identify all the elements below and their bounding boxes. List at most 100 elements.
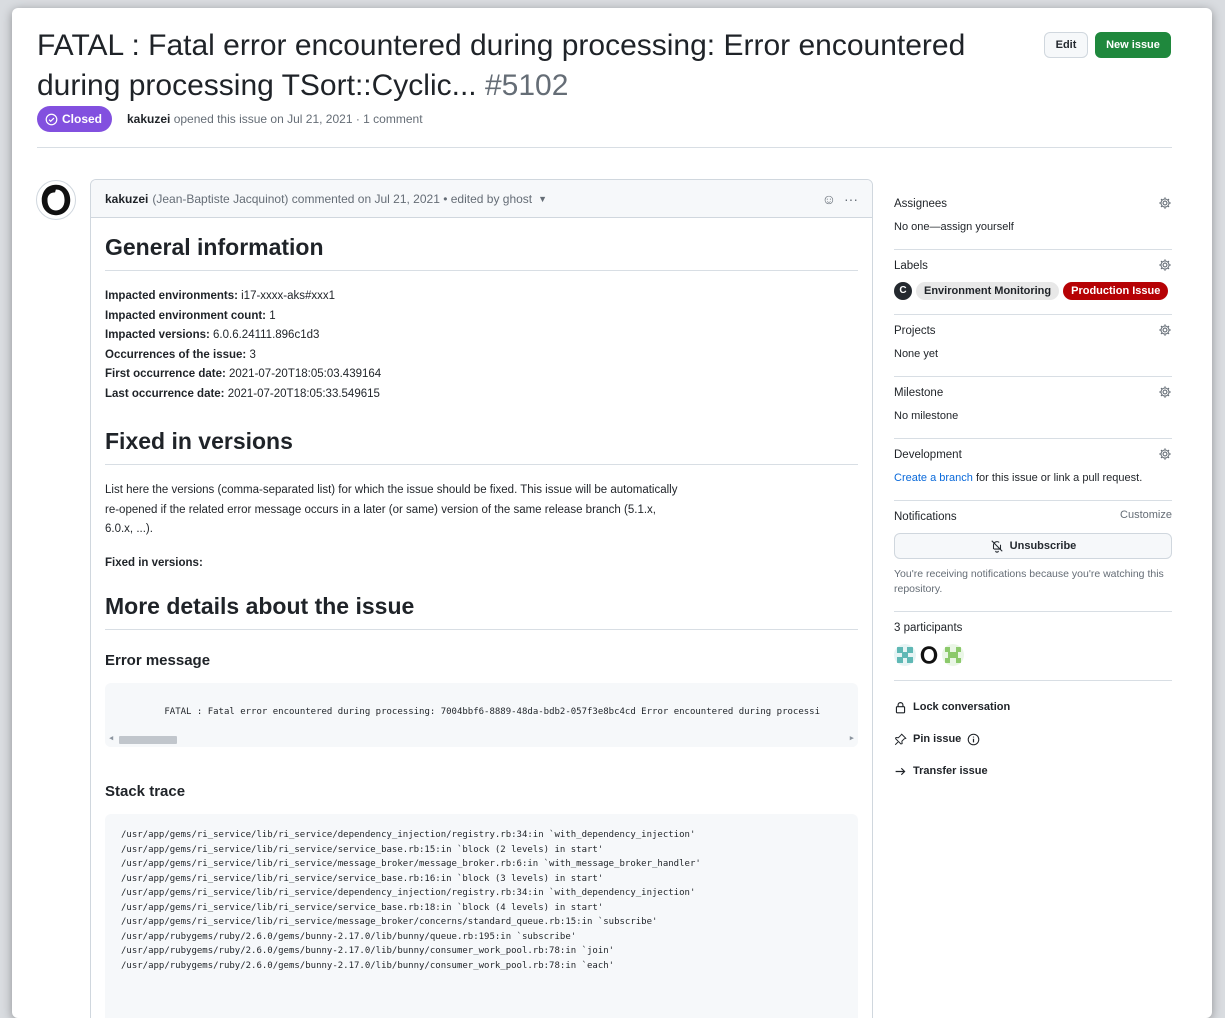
arrow-right-icon	[895, 767, 906, 775]
bell-slash-icon	[991, 540, 1003, 553]
issue-meta-text: opened this issue on Jul 21, 2021 · 1 co…	[173, 112, 423, 126]
issue-meta: kakuzei opened this issue on Jul 21, 202…	[127, 112, 423, 126]
issue-number: #5102	[484, 69, 569, 102]
development-text: Create a branch for this issue or link a…	[894, 471, 1172, 486]
kebab-menu-icon[interactable]: ···	[844, 191, 858, 207]
new-issue-button[interactable]: New issue	[1095, 32, 1171, 58]
participant-avatar[interactable]	[918, 644, 940, 666]
gear-icon[interactable]	[1158, 447, 1172, 461]
comment-author-link[interactable]: kakuzei	[105, 192, 148, 206]
notifications-section: Notifications Customize Unsubscribe You'…	[894, 501, 1172, 612]
info-line: Last occurrence date: 2021-07-20T18:05:3…	[105, 385, 858, 405]
label-environment-monitoring[interactable]: Environment Monitoring	[916, 282, 1060, 300]
transfer-issue-button[interactable]: Transfer issue	[894, 755, 1172, 787]
smiley-icon[interactable]: ☺	[822, 191, 836, 207]
transfer-issue-label: Transfer issue	[913, 765, 988, 777]
participant-avatar[interactable]	[894, 644, 916, 666]
scroll-right-icon[interactable]: ▶	[850, 734, 854, 742]
unsubscribe-button[interactable]: Unsubscribe	[894, 533, 1172, 559]
info-icon[interactable]	[967, 733, 980, 746]
assignees-value[interactable]: No one—assign yourself	[894, 220, 1172, 235]
info-value: 6.0.6.24111.896c1d3	[213, 329, 320, 341]
lock-conversation-button[interactable]: Lock conversation	[894, 691, 1172, 723]
info-value: 1	[269, 309, 276, 322]
lock-conversation-label: Lock conversation	[913, 701, 1011, 713]
stack-trace-heading: Stack trace	[105, 783, 186, 800]
lock-icon	[895, 701, 906, 713]
info-value: i17-xxxx-aks#xxx1	[241, 290, 336, 302]
projects-section: Projects None yet	[894, 315, 1172, 377]
notifications-text: You're receiving notifications because y…	[894, 568, 1164, 595]
participants-heading: 3 participants	[894, 622, 963, 634]
gear-icon[interactable]	[1158, 196, 1172, 210]
stack-trace-code: /usr/app/gems/ri_service/lib/ri_service/…	[105, 814, 858, 1018]
issue-sidebar: Assignees No one—assign yourself Labels …	[894, 188, 1172, 787]
avatar-image	[918, 644, 940, 666]
issue-author-link[interactable]: kakuzei	[127, 112, 170, 126]
comment-body: General information Impacted environment…	[91, 218, 872, 1018]
participants-list	[894, 644, 1172, 666]
development-rest: for this issue or link a pull request.	[972, 472, 1143, 484]
gear-icon[interactable]	[1158, 385, 1172, 399]
development-heading: Development	[894, 449, 962, 461]
fixed-in-versions-label: Fixed in versions:	[105, 556, 203, 569]
info-line: Occurrences of the issue: 3	[105, 346, 858, 366]
pin-issue-label: Pin issue	[913, 733, 962, 745]
info-label: Occurrences of the issue:	[105, 348, 247, 361]
stack-trace-text: /usr/app/gems/ri_service/lib/ri_service/…	[121, 830, 701, 971]
label-production-issue[interactable]: Production Issue	[1063, 282, 1169, 300]
identicon-icon	[942, 644, 964, 666]
unsubscribe-label: Unsubscribe	[1009, 540, 1077, 552]
status-label: Closed	[62, 112, 103, 126]
edit-button[interactable]: Edit	[1044, 32, 1088, 58]
avatar[interactable]	[36, 180, 76, 220]
label-avatar: C	[894, 282, 912, 300]
assignees-heading: Assignees	[894, 198, 948, 210]
labels-list: C Environment Monitoring Production Issu…	[894, 282, 1172, 300]
gear-icon[interactable]	[1158, 258, 1172, 272]
info-label: Impacted environments:	[105, 290, 238, 302]
development-section: Development Create a branch for this iss…	[894, 439, 1172, 501]
info-label: First occurrence date:	[105, 368, 226, 380]
info-value: 3	[249, 348, 256, 361]
milestone-section: Milestone No milestone	[894, 377, 1172, 439]
scrollbar-thumb[interactable]	[119, 736, 177, 744]
comment-meta: commented on Jul 21, 2021 • edited by gh…	[291, 191, 533, 206]
horizontal-scrollbar[interactable]: ◀ ▶	[105, 733, 858, 747]
comment-author-fullname: (Jean-Baptiste Jacquinot)	[152, 191, 289, 206]
header-divider	[37, 147, 1172, 148]
info-line: Impacted environments: i17-xxxx-aks#xxx1	[105, 287, 858, 307]
projects-value: None yet	[894, 348, 939, 360]
issue-comment: kakuzei (Jean-Baptiste Jacquinot) commen…	[90, 179, 873, 1018]
info-line: First occurrence date: 2021-07-20T18:05:…	[105, 365, 858, 385]
labels-section: Labels C Environment Monitoring Producti…	[894, 250, 1172, 315]
participant-avatar[interactable]	[942, 644, 964, 666]
assignees-section: Assignees No one—assign yourself	[894, 188, 1172, 250]
gear-icon[interactable]	[1158, 323, 1172, 337]
fixed-in-versions-heading: Fixed in versions	[105, 426, 858, 465]
info-line: Impacted environment count: 1	[105, 307, 858, 327]
general-information-heading: General information	[105, 232, 858, 271]
check-circle-icon	[45, 113, 58, 125]
info-list: Impacted environments: i17-xxxx-aks#xxx1…	[105, 287, 858, 404]
scroll-left-icon[interactable]: ◀	[109, 734, 113, 742]
comment-header: kakuzei (Jean-Baptiste Jacquinot) commen…	[91, 180, 872, 218]
projects-heading: Projects	[894, 325, 936, 337]
customize-link[interactable]: Customize	[1120, 509, 1172, 521]
pin-icon	[894, 733, 907, 745]
create-branch-link[interactable]: Create a branch	[894, 472, 973, 484]
labels-heading: Labels	[894, 260, 928, 272]
pin-issue-button[interactable]: Pin issue	[894, 723, 1172, 755]
milestone-heading: Milestone	[894, 387, 944, 399]
info-label: Impacted environment count:	[105, 309, 267, 322]
error-message-code: FATAL : Fatal error encountered during p…	[105, 683, 858, 747]
issue-page: FATAL : Fatal error encountered during p…	[12, 8, 1212, 1018]
identicon-icon	[894, 644, 916, 666]
issue-title: FATAL : Fatal error encountered during p…	[37, 26, 1047, 106]
avatar-image	[37, 181, 75, 219]
chevron-down-icon[interactable]: ▼	[538, 194, 547, 204]
info-value: 2021-07-20T18:05:33.549615	[227, 387, 380, 400]
milestone-value: No milestone	[894, 410, 959, 422]
error-message-heading: Error message	[105, 652, 211, 669]
fixed-in-versions-paragraph: List here the versions (comma-separated …	[105, 484, 678, 535]
